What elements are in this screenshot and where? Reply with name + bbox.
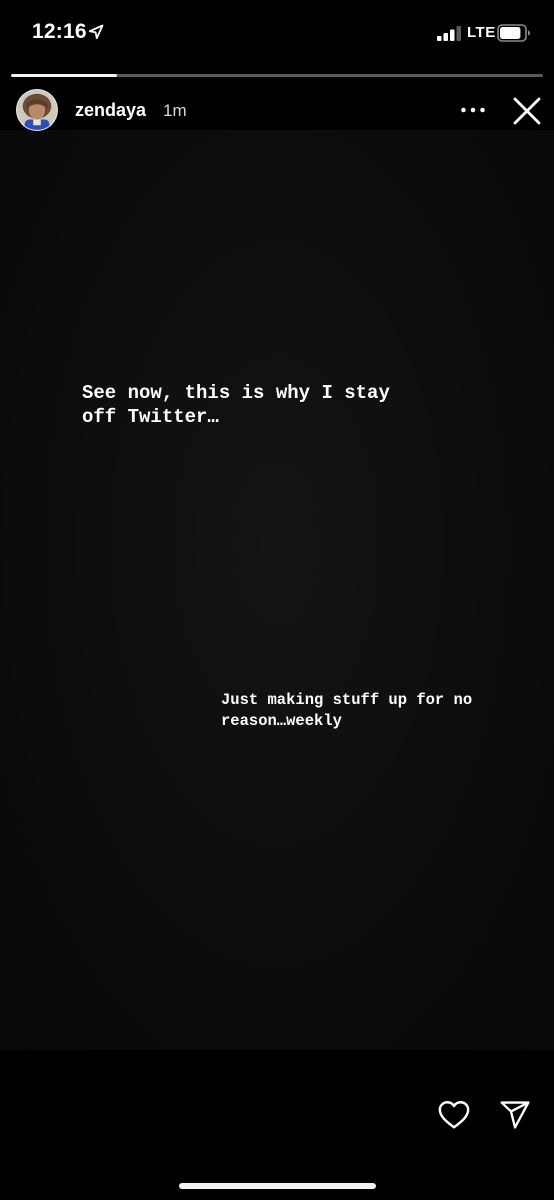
story-background[interactable]	[0, 130, 554, 1050]
story-progress-fill	[11, 74, 118, 77]
battery-icon	[497, 24, 530, 42]
more-options-button[interactable]	[458, 96, 488, 124]
heart-icon	[438, 1101, 470, 1129]
send-direct-icon	[500, 1101, 530, 1129]
more-options-icon	[461, 107, 485, 113]
like-button[interactable]	[436, 1097, 472, 1133]
cellular-signal-icon	[437, 26, 461, 41]
story-timestamp: 1m	[163, 101, 187, 120]
story-progress-bar	[11, 74, 543, 77]
close-icon	[513, 97, 541, 125]
location-arrow-icon	[88, 24, 104, 40]
profile-photo	[17, 90, 57, 130]
signal-bar	[450, 29, 455, 41]
status-bar: 12:16 LTE	[0, 0, 554, 66]
story-username[interactable]: zendaya	[75, 100, 146, 121]
close-button[interactable]	[509, 93, 545, 129]
story-screen: 12:16 LTE zendaya 1m See now, this is wh…	[0, 0, 554, 1200]
story-text-secondary: Just making stuff up for no reason…weekl…	[221, 691, 473, 730]
status-time: 12:16	[32, 20, 87, 43]
share-button[interactable]	[497, 1097, 533, 1133]
signal-bar	[437, 36, 442, 41]
profile-avatar[interactable]	[16, 89, 58, 131]
home-indicator[interactable]	[179, 1183, 376, 1189]
battery-fill	[500, 27, 521, 39]
signal-bar	[443, 33, 448, 41]
network-type: LTE	[467, 24, 496, 41]
story-text-primary: See now, this is why I stay off Twitter…	[82, 382, 390, 428]
signal-bar	[456, 26, 461, 41]
